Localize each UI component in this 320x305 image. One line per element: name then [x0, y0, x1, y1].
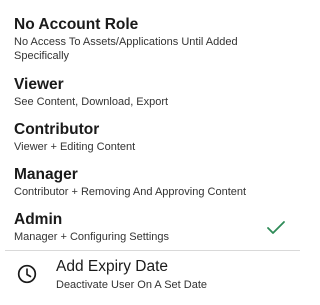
- role-description: No Access To Assets/Applications Until A…: [14, 36, 238, 62]
- role-description: See Content, Download, Export: [14, 96, 169, 108]
- divider: [5, 250, 300, 251]
- role-title: Viewer: [14, 76, 64, 93]
- role-title: Contributor: [14, 121, 100, 138]
- role-option-contributor[interactable]: Contributor Viewer + Editing Content: [14, 121, 300, 154]
- role-description: Manager + Configuring Settings: [14, 231, 170, 243]
- expiry-title: Add Expiry Date: [56, 258, 168, 275]
- role-title: Admin: [14, 211, 63, 228]
- expiry-text: Add Expiry Date Deactivate User On A Set…: [56, 258, 207, 292]
- role-option-manager[interactable]: Manager Contributor + Removing And Appro…: [14, 166, 300, 199]
- role-title: No Account Role: [14, 16, 139, 33]
- role-option-viewer[interactable]: Viewer See Content, Download, Export: [14, 76, 300, 109]
- role-title: Manager: [14, 166, 78, 183]
- role-option-admin[interactable]: Admin Manager + Configuring Settings: [14, 211, 300, 244]
- check-icon: [267, 221, 285, 234]
- expiry-description: Deactivate User On A Set Date: [56, 279, 208, 291]
- clock-icon: [17, 264, 37, 284]
- role-description: Contributor + Removing And Approving Con…: [14, 186, 247, 198]
- role-description: Viewer + Editing Content: [14, 141, 136, 153]
- add-expiry-date-option[interactable]: Add Expiry Date Deactivate User On A Set…: [14, 258, 300, 294]
- role-menu: No Account Role No Access To Assets/Appl…: [0, 0, 300, 305]
- role-option-no-account-role[interactable]: No Account Role No Access To Assets/Appl…: [14, 16, 300, 63]
